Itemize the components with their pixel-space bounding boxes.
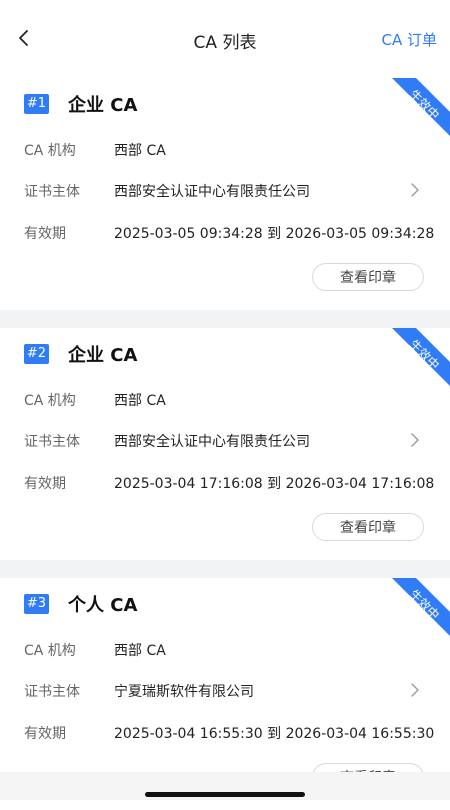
ca-orders-link[interactable]: CA 订单 <box>381 29 437 50</box>
validity-value: 2025-03-05 09:34:28 到 2026-03-05 09:34:2… <box>114 226 435 242</box>
card-index-badge: #1 <box>24 94 49 114</box>
card-index-badge: #2 <box>24 344 49 364</box>
validity-value: 2025-03-04 17:16:08 到 2026-03-04 17:16:0… <box>114 476 435 492</box>
view-stamp-button[interactable]: 查看印章 <box>312 263 424 291</box>
chevron-right-icon[interactable] <box>410 183 420 197</box>
card-title: 企业 CA <box>68 345 138 366</box>
ca-card-1[interactable]: #1 企业 CA 生效中 CA 机构 西部 CA 证书主体 西部安全认证中心有限… <box>0 78 450 310</box>
chevron-right-icon[interactable] <box>410 433 420 447</box>
org-value: 西部 CA <box>114 643 166 659</box>
card-index-badge: #3 <box>24 594 49 614</box>
home-indicator[interactable] <box>145 792 305 797</box>
card-title: 个人 CA <box>68 595 138 616</box>
subject-label: 证书主体 <box>24 184 80 200</box>
validity-label: 有效期 <box>24 476 66 492</box>
validity-value: 2025-03-04 16:55:30 到 2026-03-04 16:55:3… <box>114 726 435 742</box>
status-ribbon: 生效中 <box>392 328 450 386</box>
card-title: 企业 CA <box>68 95 138 116</box>
chevron-right-icon[interactable] <box>410 683 420 697</box>
subject-label: 证书主体 <box>24 434 80 450</box>
org-label: CA 机构 <box>24 643 76 659</box>
view-stamp-button[interactable]: 查看印章 <box>312 513 424 541</box>
org-value: 西部 CA <box>114 393 166 409</box>
nav-bar: CA 列表 CA 订单 <box>0 0 450 78</box>
validity-label: 有效期 <box>24 226 66 242</box>
subject-label: 证书主体 <box>24 684 80 700</box>
subject-value[interactable]: 宁夏瑞斯软件有限公司 <box>114 681 254 701</box>
ca-card-2[interactable]: #2 企业 CA 生效中 CA 机构 西部 CA 证书主体 西部安全认证中心有限… <box>0 328 450 560</box>
validity-label: 有效期 <box>24 726 66 742</box>
org-label: CA 机构 <box>24 393 76 409</box>
subject-value[interactable]: 西部安全认证中心有限责任公司 <box>114 181 310 201</box>
subject-value[interactable]: 西部安全认证中心有限责任公司 <box>114 431 310 451</box>
org-value: 西部 CA <box>114 143 166 159</box>
status-ribbon: 生效中 <box>392 578 450 636</box>
status-ribbon: 生效中 <box>392 78 450 136</box>
org-label: CA 机构 <box>24 143 76 159</box>
